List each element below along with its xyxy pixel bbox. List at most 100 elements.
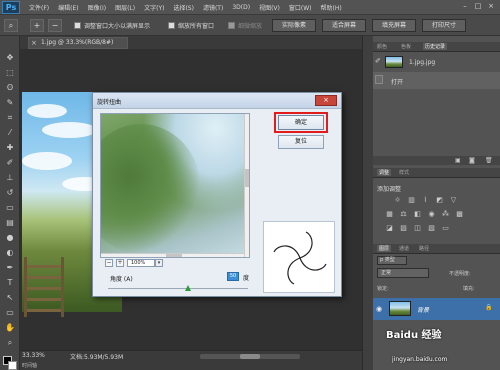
angle-slider-thumb[interactable] <box>184 285 191 291</box>
dialog-close-button[interactable]: × <box>315 95 337 106</box>
resize-windows-checkbox[interactable] <box>74 22 81 29</box>
brush-tool-icon[interactable]: ✐ <box>4 157 16 168</box>
gradient-map-icon[interactable]: ▭ <box>441 224 450 233</box>
fit-screen-button[interactable]: 适合屏幕 <box>322 19 366 32</box>
eyedropper-tool-icon[interactable]: ⁄ <box>4 127 16 138</box>
channel-mixer-icon[interactable]: ⁂ <box>441 210 450 219</box>
lasso-tool-icon[interactable]: ʘ <box>4 82 16 93</box>
hand-tool-icon[interactable]: ✋ <box>4 322 16 333</box>
zoom-tool-side-icon[interactable]: ⌕ <box>4 337 16 348</box>
tab-channels[interactable]: 通道 <box>399 245 409 252</box>
trash-icon[interactable]: 🗑 <box>485 157 493 164</box>
scrollbar-thumb[interactable] <box>240 354 260 359</box>
fill-label[interactable]: 填充: <box>463 285 475 292</box>
minimize-button[interactable]: – <box>459 1 471 12</box>
move-tool-icon[interactable]: ✥ <box>4 52 16 63</box>
scrubby-zoom-checkbox[interactable] <box>228 22 235 29</box>
maximize-button[interactable]: □ <box>472 1 484 12</box>
layer-row-background[interactable]: ◉ 背景 🔒 <box>373 298 500 320</box>
menu-filter[interactable]: 滤镜(T) <box>203 3 223 12</box>
menu-help[interactable]: 帮助(H) <box>321 3 342 12</box>
actual-pixels-button[interactable]: 实际像素 <box>272 19 316 32</box>
tab-styles[interactable]: 样式 <box>399 169 409 176</box>
camera-snapshot-icon[interactable]: ◙ <box>469 157 475 164</box>
marquee-tool-icon[interactable]: ⬚ <box>4 67 16 78</box>
tab-history[interactable]: 历史记录 <box>423 43 448 50</box>
menu-layer[interactable]: 图层(L) <box>115 3 135 12</box>
preview-vertical-scrollbar[interactable] <box>244 114 249 257</box>
clone-stamp-tool-icon[interactable]: ⊥ <box>4 172 16 183</box>
menu-image[interactable]: 图像(I) <box>88 3 106 12</box>
selective-color-icon[interactable]: ▧ <box>427 224 436 233</box>
tab-layers[interactable]: 图层 <box>377 245 392 252</box>
history-brush-tool-icon[interactable]: ↺ <box>4 187 16 198</box>
zoom-level[interactable]: 33.33% <box>22 352 45 359</box>
tab-paths[interactable]: 路径 <box>419 245 429 252</box>
history-brush-source-icon[interactable]: ✐ <box>375 57 383 66</box>
zoom-all-checkbox[interactable] <box>168 22 175 29</box>
hue-saturation-icon[interactable]: ▦ <box>385 210 394 219</box>
preview-zoom-field[interactable]: 100% <box>127 259 155 267</box>
black-white-icon[interactable]: ◧ <box>413 210 422 219</box>
pen-tool-icon[interactable]: ✒ <box>4 262 16 273</box>
exposure-icon[interactable]: ◩ <box>435 196 444 205</box>
menu-file[interactable]: 文件(F) <box>29 3 49 12</box>
photo-filter-icon[interactable]: ◉ <box>427 210 436 219</box>
fill-screen-button[interactable]: 填充屏幕 <box>372 19 416 32</box>
color-balance-icon[interactable]: ⚖ <box>399 210 408 219</box>
menu-3d[interactable]: 3D(D) <box>232 4 250 11</box>
angle-slider[interactable] <box>108 285 248 291</box>
preview-zoom-out-button[interactable]: − <box>105 259 113 267</box>
healing-brush-tool-icon[interactable]: ✚ <box>4 142 16 153</box>
menu-view[interactable]: 视图(V) <box>259 3 280 12</box>
quick-select-tool-icon[interactable]: ✎ <box>4 97 16 108</box>
layer-filter-select[interactable]: p 类型 <box>377 256 407 265</box>
tab-adjustments[interactable]: 调整 <box>377 169 392 176</box>
dialog-titlebar[interactable]: 旋转扭曲 × <box>93 93 341 109</box>
levels-icon[interactable]: ▥ <box>407 196 416 205</box>
threshold-icon[interactable]: ◫ <box>413 224 422 233</box>
zoom-out-icon[interactable]: − <box>48 19 62 32</box>
visibility-eye-icon[interactable]: ◉ <box>376 305 382 313</box>
brightness-icon[interactable]: ☼ <box>393 196 402 205</box>
blur-tool-icon[interactable]: ● <box>4 232 16 243</box>
preview-vscroll-thumb[interactable] <box>245 169 249 187</box>
background-color-swatch[interactable] <box>8 361 17 370</box>
close-window-button[interactable]: × <box>485 1 497 12</box>
opacity-label[interactable]: 不透明度: <box>449 270 471 277</box>
menu-edit[interactable]: 编辑(E) <box>58 3 78 12</box>
zoom-tool-icon[interactable]: ⌕ <box>4 19 18 32</box>
timeline-label[interactable]: 时间轴 <box>22 362 37 369</box>
color-lookup-icon[interactable]: ▩ <box>455 210 464 219</box>
document-tab[interactable]: × 1.jpg @ 33.3%(RGB/8#) <box>28 37 128 49</box>
horizontal-scrollbar[interactable] <box>200 354 300 359</box>
preview-horizontal-scrollbar[interactable] <box>101 253 244 257</box>
menu-type[interactable]: 文字(Y) <box>144 3 164 12</box>
tab-color[interactable]: 颜色 <box>377 43 387 50</box>
crop-tool-icon[interactable]: ⌗ <box>4 112 16 123</box>
gradient-tool-icon[interactable]: ▤ <box>4 217 16 228</box>
posterize-icon[interactable]: ▨ <box>399 224 408 233</box>
curves-icon[interactable]: ⌇ <box>421 196 430 205</box>
menu-window[interactable]: 窗口(W) <box>289 3 312 12</box>
zoom-in-icon[interactable]: + <box>30 19 44 32</box>
preview-zoom-in-button[interactable]: + <box>116 259 124 267</box>
reset-button[interactable]: 复位 <box>278 135 324 149</box>
eraser-tool-icon[interactable]: ▭ <box>4 202 16 213</box>
history-state-row[interactable]: 打开 <box>373 72 500 89</box>
dodge-tool-icon[interactable]: ◐ <box>4 247 16 258</box>
angle-input[interactable]: 50 <box>227 272 239 281</box>
menu-select[interactable]: 选择(S) <box>173 3 194 12</box>
shape-tool-icon[interactable]: ▭ <box>4 307 16 318</box>
print-size-button[interactable]: 打印尺寸 <box>422 19 466 32</box>
history-snapshot-row[interactable]: ✐ 1.jpg.jpg <box>373 54 500 71</box>
close-tab-icon[interactable]: × <box>31 38 37 48</box>
invert-icon[interactable]: ◪ <box>385 224 394 233</box>
path-select-tool-icon[interactable]: ↖ <box>4 292 16 303</box>
filter-preview[interactable] <box>100 113 250 258</box>
blend-mode-select[interactable]: 正常 <box>377 268 429 278</box>
tab-swatches[interactable]: 色板 <box>401 43 411 50</box>
preview-zoom-dropdown[interactable]: ▾ <box>155 259 163 267</box>
new-document-icon[interactable]: ▣ <box>455 157 461 164</box>
preview-hscroll-thumb[interactable] <box>166 254 182 257</box>
